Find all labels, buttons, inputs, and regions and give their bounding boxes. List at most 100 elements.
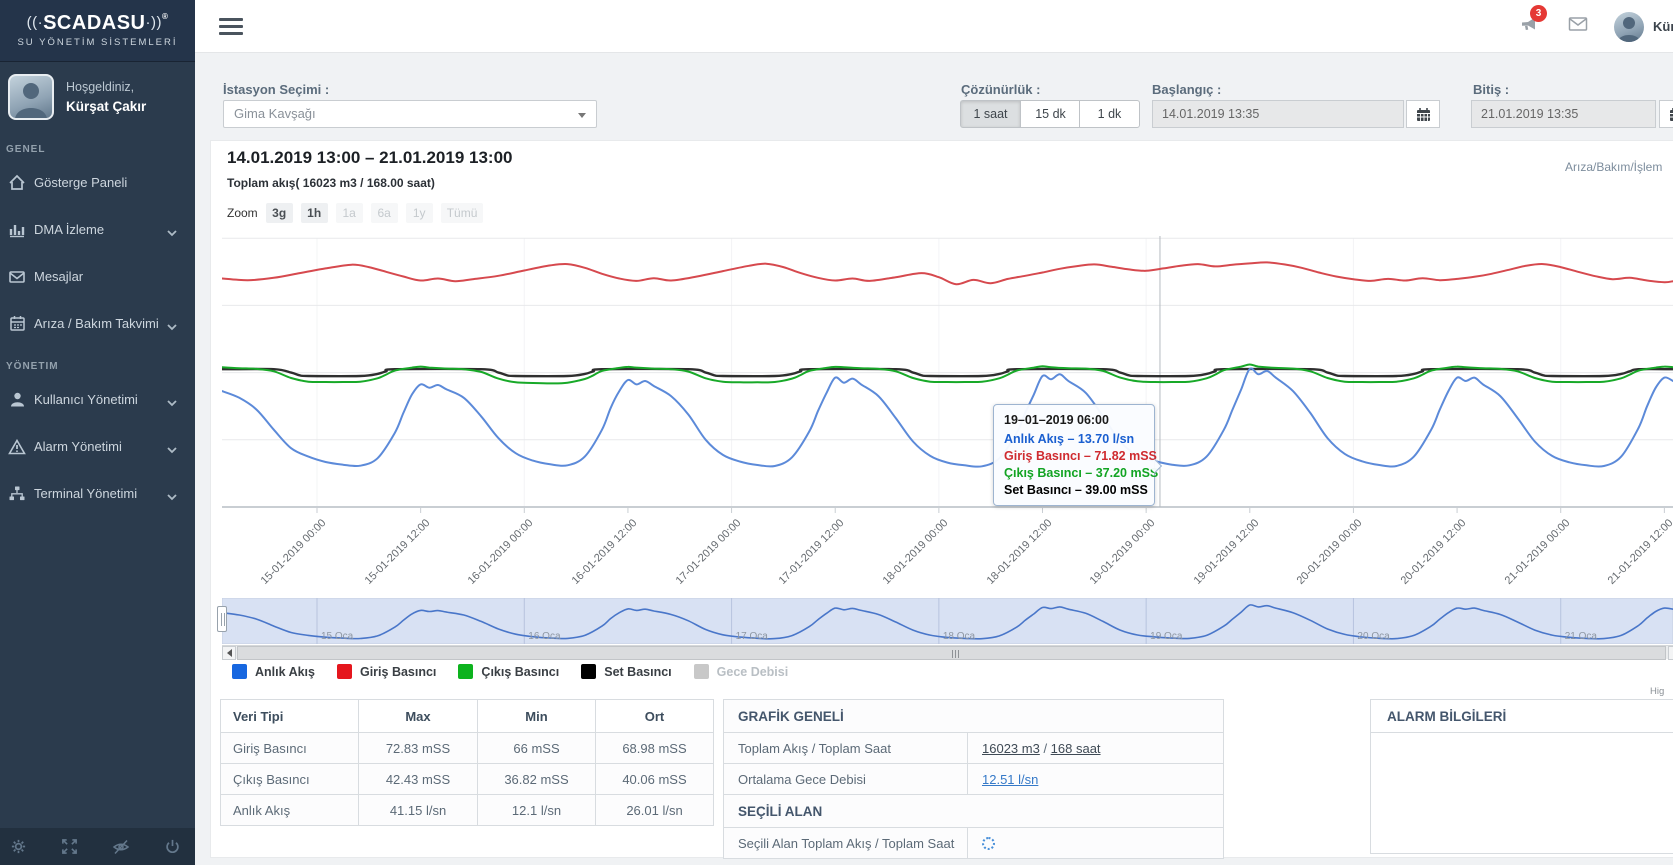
grafik-geneli-title: GRAFİK GENELİ [724,700,1224,733]
alarm-title: ALARM BİLGİLERİ [1371,700,1673,733]
sidebar: ((·SCADASU·))® SU YÖNETİM SİSTEMLERİ Hoş… [0,0,195,865]
resolution-button-1dk[interactable]: 1 dk [1079,100,1140,128]
night-flow-link[interactable]: 12.51 l/sn [982,772,1038,787]
sidebar-item-mesajlar[interactable]: Mesajlar [0,253,195,300]
start-date-label: Başlangıç : [1152,82,1221,97]
envelope-icon [1568,16,1588,32]
legend-item-set-basinci[interactable]: Set Basıncı [581,664,671,679]
tooltip-row: Set Basıncı – 39.00 mSS [1004,483,1144,497]
secili-alan-title: SEÇİLİ ALAN [724,795,1224,828]
avatar[interactable] [1614,12,1644,42]
registered-mark: ® [162,12,168,21]
sidebar-item-alarm-yonetimi[interactable]: Alarm Yönetimi [0,423,195,470]
chart-title: 14.01.2019 13:00 – 21.01.2019 13:00 [227,148,512,168]
sidebar-item-terminal-yonetimi[interactable]: Terminal Yönetimi [0,470,195,517]
zoom-label: Zoom [227,206,258,220]
sidebar-item-kullanici-yonetimi[interactable]: Kullanıcı Yönetimi [0,376,195,423]
fullscreen-icon[interactable] [58,838,82,855]
zoom-button-tumu[interactable]: Tümü [441,203,484,223]
navigator-label: 21 Oca [1565,631,1598,642]
nav-section-yonetim: YÖNETIM [0,347,195,376]
warning-triangle-icon [6,439,28,455]
column-header: Veri Tipi [221,700,359,733]
sidebar-item-label: Terminal Yönetimi [34,486,137,501]
alarm-table-body [1370,733,1673,854]
chart-scrollbar[interactable] [222,645,1673,659]
row-label: Toplam Akış / Toplam Saat [724,733,968,764]
logo-text: SCADASU [43,12,145,34]
resolution-button-1saat[interactable]: 1 saat [960,100,1021,128]
chart-credit: Hig [1650,686,1664,697]
home-icon [6,174,28,191]
eye-slash-icon[interactable] [109,839,133,855]
table-header-row: Veri Tipi Max Min Ort [221,700,714,733]
zoom-controls: Zoom 3g 1h 1a 6a 1y Tümü [227,203,491,223]
gear-icon[interactable] [6,838,30,855]
station-select[interactable]: Gima Kavşağı [223,100,597,128]
envelope-icon [6,269,28,284]
column-header: Min [478,700,596,733]
total-hours-link[interactable]: 168 saat [1051,741,1101,756]
zoom-button-1y[interactable]: 1y [406,203,433,223]
sidebar-item-label: Kullanıcı Yönetimi [34,392,138,407]
zoom-button-3g[interactable]: 3g [266,203,293,223]
legend-item-gece-debisi[interactable]: Gece Debisi [694,664,789,679]
end-date-input[interactable]: 21.01.2019 13:35 [1471,100,1656,128]
legend-item-cikis-basinci[interactable]: Çıkış Basıncı [458,664,559,679]
main-chart-plot[interactable] [222,232,1673,522]
sidebar-username: Kürşat Çakır [66,99,146,114]
navigator-chart[interactable]: 15 Oca16 Oca17 Oca18 Oca19 Oca20 Oca21 O… [222,598,1673,644]
announcements-button[interactable]: 3 [1520,15,1540,38]
records-link[interactable]: Arıza/Bakım/İşlem [1565,160,1662,174]
row-label: Seçili Alan Toplam Akış / Toplam Saat [724,828,968,859]
sidebar-user-block: Hoşgeldiniz, Kürşat Çakır [0,62,195,130]
table-row: Toplam Akış / Toplam Saat 16023 m3 / 168… [724,733,1224,764]
series-line-Giriş Basıncı [222,262,1673,284]
messages-button[interactable] [1568,16,1588,37]
zoom-button-1a[interactable]: 1a [336,203,363,223]
sidebar-footer [0,828,195,865]
column-header: Ort [596,700,714,733]
start-date-input[interactable]: 14.01.2019 13:35 [1152,100,1404,128]
zoom-button-1h[interactable]: 1h [301,203,328,223]
row-label: Ortalama Gece Debisi [724,764,968,795]
grafik-geneli-table: GRAFİK GENELİ Toplam Akış / Toplam Saat … [723,699,1224,859]
legend-item-giris-basinci[interactable]: Giriş Basıncı [337,664,436,679]
start-date-calendar-button[interactable] [1406,100,1440,128]
resolution-button-15dk[interactable]: 15 dk [1020,100,1081,128]
scrollbar-left-arrow[interactable] [222,646,236,660]
brand-logo[interactable]: ((·SCADASU·))® SU YÖNETİM SİSTEMLERİ [0,0,195,62]
table-row: Seçili Alan Toplam Akış / Toplam Saat [724,828,1224,859]
avatar[interactable] [8,74,54,120]
tooltip-row: Anlık Akış – 13.70 l/sn [1004,432,1144,446]
sidebar-item-dma-izleme[interactable]: DMA İzleme [0,206,195,253]
navigator-handle[interactable] [217,606,227,632]
zoom-button-6a[interactable]: 6a [371,203,398,223]
brand-tagline: SU YÖNETİM SİSTEMLERİ [0,37,195,48]
sidebar-item-label: Gösterge Paneli [34,175,127,190]
legend-swatch [458,664,473,679]
chart-bars-icon [6,221,28,238]
hamburger-menu-icon[interactable] [219,18,243,35]
end-date-calendar-button[interactable] [1659,100,1673,128]
scrollbar-right-arrow[interactable] [1668,646,1673,660]
sidebar-item-gosterge-paneli[interactable]: Gösterge Paneli [0,159,195,206]
scrollbar-grip-icon [952,650,959,658]
table-row: Giriş Basıncı72.83 mSS66 mSS68.98 mSS [221,733,714,764]
tooltip-date: 19–01–2019 06:00 [1004,413,1144,427]
end-date-label: Bitiş : [1473,82,1509,97]
scrollbar-thumb[interactable] [237,646,1666,660]
user-icon [6,391,28,408]
sitemap-icon [6,485,28,502]
caret-down-icon [578,113,586,118]
chevron-down-icon [167,489,177,504]
legend-item-anlik-akis[interactable]: Anlık Akış [232,664,315,679]
sidebar-item-ariza-bakim-takvimi[interactable]: Arıza / Bakım Takvimi [0,300,195,347]
navigator-label: 20 Oca [1357,631,1390,642]
legend-swatch [232,664,247,679]
total-flow-link[interactable]: 16023 m3 [982,741,1040,756]
legend-swatch [337,664,352,679]
chart-tooltip: 19–01–2019 06:00 Anlık Akış – 13.70 l/sn… [993,404,1155,506]
sidebar-item-label: DMA İzleme [34,222,104,237]
power-icon[interactable] [161,838,185,855]
